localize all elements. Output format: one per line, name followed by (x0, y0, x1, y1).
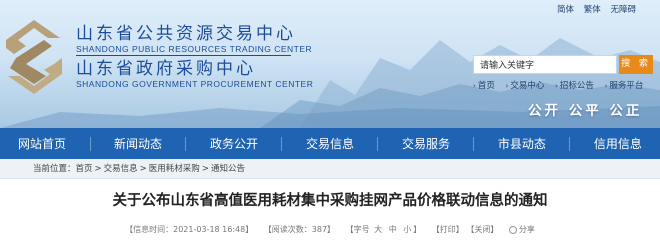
quick-link-home[interactable]: › 首页 (473, 81, 495, 91)
article-meta: 【信息时间：2021-03-18 16:48】 【阅读次数：387】 【字号 大… (0, 224, 660, 235)
nav-divider (185, 136, 187, 151)
arrow-right-icon: › (473, 82, 476, 90)
nav-item-news[interactable]: 新闻动态 (114, 135, 162, 152)
breadcrumb-prefix: 当前位置： (33, 164, 76, 174)
breadcrumb-notices[interactable]: 通知公告 (211, 164, 245, 174)
site-title-en-1: SHANDONG PUBLIC RESOURCES TRADING CENTER (76, 44, 313, 54)
nav-divider (281, 136, 283, 151)
arrow-right-icon: › (505, 82, 509, 90)
quick-link-trading-center[interactable]: › 交易中心 (506, 81, 545, 91)
nav-item-trading-service[interactable]: 交易服务 (402, 135, 450, 152)
meta-views-label: 【阅读次数： (263, 225, 312, 234)
meta-views-end: 】 (327, 225, 336, 234)
breadcrumb-home[interactable]: 首页 (76, 164, 93, 174)
breadcrumb-separator: > (139, 164, 147, 174)
meta-font-label: 【字号 (345, 225, 370, 234)
share-label: 分享 (518, 225, 535, 234)
quick-link-service-platform[interactable]: › 服务平台 (605, 81, 644, 91)
lang-traditional-link[interactable]: 繁体 (584, 5, 601, 15)
nav-item-city-county-news[interactable]: 市县动态 (498, 135, 546, 152)
nav-divider (89, 136, 91, 151)
quick-links: › 首页 › 交易中心 › 招标公告 › 服务平台 (473, 79, 651, 91)
meta-time-end: 】 (245, 225, 254, 234)
site-titles: 山东省公共资源交易中心 SHANDONG PUBLIC RESOURCES TR… (76, 24, 313, 89)
breadcrumb: 当前位置：首页 > 交易信息 > 医用耗材采购 > 通知公告 (0, 159, 660, 179)
breadcrumb-separator: > (201, 164, 209, 174)
meta-time-value: 2021-03-18 16:48 (173, 225, 246, 234)
nav-divider (569, 136, 571, 151)
search-input[interactable] (473, 55, 617, 74)
site-header: 山东省公共资源交易中心 SHANDONG PUBLIC RESOURCES TR… (0, 0, 660, 128)
main-nav: 网站首页 新闻动态 政务公开 交易信息 交易服务 市县动态 信用信息 (0, 128, 660, 159)
nav-item-trading-info[interactable]: 交易信息 (306, 135, 354, 152)
search-button[interactable]: 搜 索 (619, 55, 653, 74)
close-button[interactable]: 【关闭】 (466, 225, 498, 234)
nav-item-credit-info[interactable]: 信用信息 (594, 135, 642, 152)
meta-views-value: 387 (311, 225, 328, 234)
meta-font-end: 】 (413, 225, 422, 234)
breadcrumb-trading-info[interactable]: 交易信息 (104, 164, 138, 174)
nav-item-government-affairs[interactable]: 政务公开 (210, 135, 258, 152)
print-button[interactable]: 【打印】 (432, 225, 464, 234)
meta-time-label: 【信息时间： (125, 225, 174, 234)
site-logo (6, 20, 62, 94)
nav-divider (377, 136, 379, 151)
breadcrumb-separator: > (94, 164, 102, 174)
site-title-cn-1: 山东省公共资源交易中心 (76, 24, 296, 44)
arrow-right-icon: › (555, 82, 558, 90)
site-slogan: 公开 公平 公正 (528, 103, 643, 119)
site-title-cn-2: 山东省政府采购中心 (76, 59, 256, 79)
font-size-small-button[interactable]: 小 (403, 225, 411, 234)
font-size-medium-button[interactable]: 中 (389, 225, 397, 234)
arrow-right-icon: › (604, 82, 608, 90)
language-switcher: 简体 繁体 无障碍 (557, 3, 643, 15)
site-title-en-2: SHANDONG GOVERNMENT PROCUREMENT CENTER (76, 79, 314, 89)
nav-item-home[interactable]: 网站首页 (18, 135, 66, 152)
lang-simplified-link[interactable]: 简体 (557, 5, 574, 15)
article-title: 关于公布山东省高值医用耗材集中采购挂网产品价格联动信息的通知 (112, 193, 548, 209)
title-divider (76, 55, 291, 56)
share-button[interactable]: 分享 (508, 225, 535, 234)
accessibility-link[interactable]: 无障碍 (610, 5, 636, 15)
breadcrumb-medical-consumables[interactable]: 医用耗材采购 (149, 164, 200, 174)
quick-link-tender-notice[interactable]: › 招标公告 (555, 81, 594, 91)
nav-divider (473, 136, 475, 151)
font-size-large-button[interactable]: 大 (374, 225, 382, 234)
share-icon (508, 225, 517, 234)
